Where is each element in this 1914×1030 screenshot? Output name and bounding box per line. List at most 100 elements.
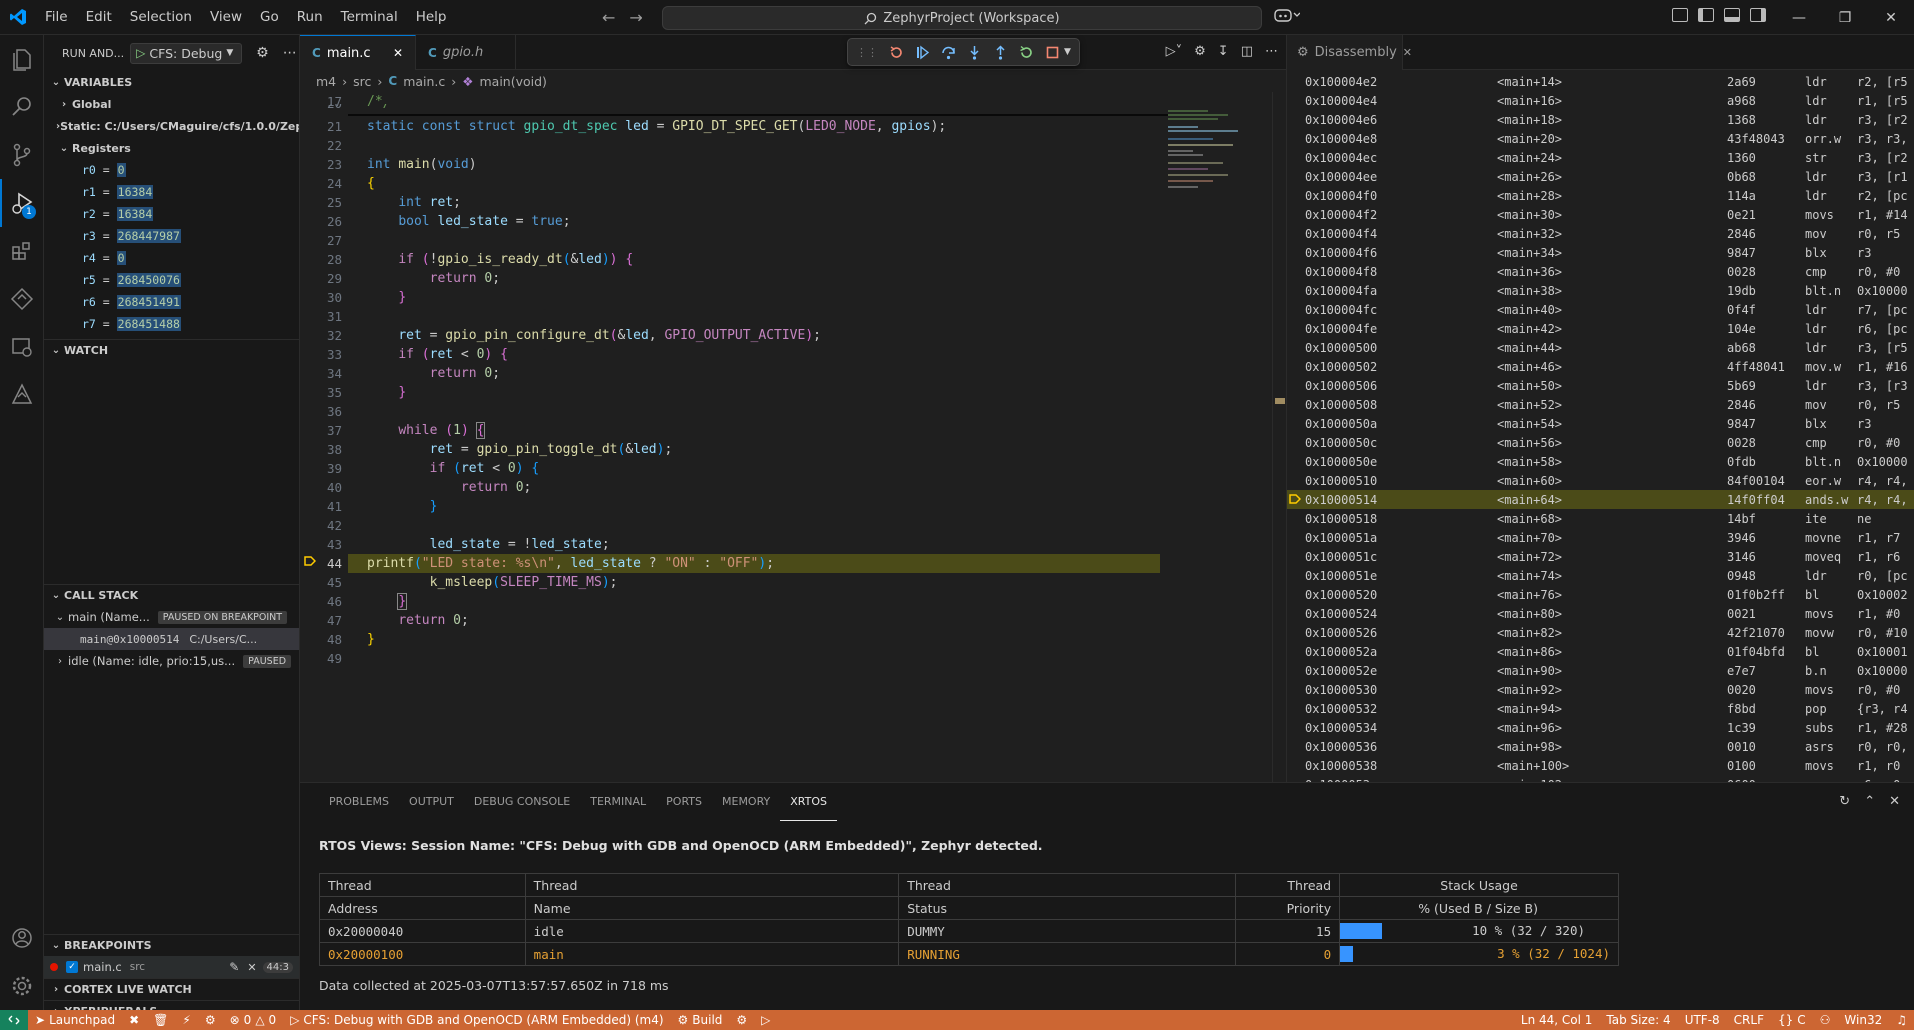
disassembly-row[interactable]: 0x10000532 <main+94> f8bd pop {r3, r4 bbox=[1287, 699, 1914, 718]
disassembly-row[interactable]: 0x100004fc <main+40> 0f4f ldr r7, [pc bbox=[1287, 300, 1914, 319]
menu-view[interactable]: View bbox=[201, 0, 251, 35]
breadcrumb-symbol[interactable]: main(void) bbox=[480, 74, 547, 89]
manage-gear-icon[interactable] bbox=[0, 962, 44, 1010]
more-actions-icon[interactable]: ⋯ bbox=[283, 45, 297, 61]
disassembly-row[interactable]: 0x100004f2 <main+30> 0e21 movs r1, #14 bbox=[1287, 205, 1914, 224]
disassembly-row[interactable]: 0x10000510 <main+60> 84f00104 eor.w r4, r4, bbox=[1287, 471, 1914, 490]
split-editor-icon[interactable]: ◫ bbox=[1241, 44, 1253, 59]
register-row[interactable]: r4 = 0 bbox=[44, 247, 299, 269]
disassembly-row[interactable]: 0x100004e2 <main+14> 2a69 ldr r2, [r5 bbox=[1287, 72, 1914, 91]
launchpad-item[interactable]: ➤ Launchpad bbox=[28, 1013, 122, 1027]
tab-size[interactable]: Tab Size: 4 bbox=[1599, 1013, 1677, 1027]
disassembly-row[interactable]: 0x10000536 <main+98> 0010 asrs r0, r0, bbox=[1287, 737, 1914, 756]
debug-session-item[interactable]: ▷ CFS: Debug with GDB and OpenOCD (ARM Em… bbox=[283, 1013, 670, 1027]
maximize-panel-icon[interactable]: ⌃ bbox=[1864, 794, 1875, 809]
disassembly-row[interactable]: 0x10000518 <main+68> 14bf ite ne bbox=[1287, 509, 1914, 528]
more-actions-icon[interactable]: ⋯ bbox=[1265, 44, 1278, 59]
disassembly-row[interactable]: 0x10000534 <main+96> 1c39 subs r1, #28 bbox=[1287, 718, 1914, 737]
breakpoint-item[interactable]: ✓ main.c src ✎ ✕ 44:3 bbox=[44, 956, 299, 978]
disassembly-row[interactable]: 0x100004e6 <main+18> 1368 ldr r3, [r2 bbox=[1287, 110, 1914, 129]
restart-icon[interactable] bbox=[1018, 44, 1034, 60]
menu-selection[interactable]: Selection bbox=[121, 0, 201, 35]
step-over-icon[interactable] bbox=[940, 44, 956, 60]
menu-go[interactable]: Go bbox=[251, 0, 288, 35]
restore-icon[interactable]: ❐ bbox=[1822, 0, 1868, 35]
close-tab-icon[interactable]: ✕ bbox=[1403, 46, 1412, 59]
disassembly-row[interactable]: 0x10000508 <main+52> 2846 mov r0, r5 bbox=[1287, 395, 1914, 414]
close-panel-icon[interactable]: ✕ bbox=[1889, 794, 1900, 809]
cortex-live-watch-header[interactable]: › CORTEX LIVE WATCH bbox=[44, 978, 299, 1000]
command-center[interactable]: ZephyrProject (Workspace) bbox=[662, 6, 1262, 30]
breadcrumb-folder-src[interactable]: src bbox=[353, 74, 371, 89]
menu-terminal[interactable]: Terminal bbox=[332, 0, 407, 35]
copilot-icon[interactable] bbox=[1274, 8, 1301, 26]
refresh-icon[interactable]: ↻ bbox=[1839, 794, 1850, 809]
step-out-icon[interactable] bbox=[992, 44, 1008, 60]
forward-arrow-icon[interactable]: → bbox=[629, 8, 642, 27]
disassembly-row[interactable]: 0x100004ee <main+26> 0b68 ldr r3, [r1 bbox=[1287, 167, 1914, 186]
register-row[interactable]: r0 = 0 bbox=[44, 159, 299, 181]
extensions-icon[interactable] bbox=[0, 227, 44, 275]
run-debug-dropdown-icon[interactable]: ▷˅ bbox=[1166, 44, 1183, 59]
testing-icon[interactable] bbox=[0, 371, 44, 419]
editor-scrollbar[interactable] bbox=[1272, 92, 1286, 782]
disassembly-row[interactable]: 0x10000530 <main+92> 0020 movs r0, #0 bbox=[1287, 680, 1914, 699]
register-row[interactable]: r3 = 268447987 bbox=[44, 225, 299, 247]
disassembly-list[interactable]: 0x100004e2 <main+14> 2a69 ldr r2, [r5 0x10000… bbox=[1287, 72, 1914, 782]
accounts-icon[interactable] bbox=[0, 914, 44, 962]
drag-handle-icon[interactable]: ⋮⋮ bbox=[856, 46, 878, 59]
variables-header[interactable]: ⌄ VARIABLES bbox=[44, 71, 299, 93]
continue-icon[interactable] bbox=[914, 44, 930, 60]
register-row[interactable]: r7 = 268451488 bbox=[44, 313, 299, 335]
disassembly-row[interactable]: 0x1000050e <main+58> 0fdb blt.n 0x10000 bbox=[1287, 452, 1914, 471]
tab-disassembly[interactable]: ⚙ Disassembly ✕ bbox=[1287, 35, 1412, 70]
disassembly-row[interactable]: 0x100004f4 <main+32> 2846 mov r0, r5 bbox=[1287, 224, 1914, 243]
run-and-debug-icon[interactable]: 1 bbox=[0, 179, 44, 227]
callstack-thread-main[interactable]: ⌄ main (Name... PAUSED ON BREAKPOINT bbox=[44, 606, 299, 628]
disassembly-row[interactable]: 0x1000052a <main+86> 01f04bfd bl 0x10001 bbox=[1287, 642, 1914, 661]
disassembly-row[interactable]: 0x10000514 <main+64> 14f0ff04 ands.w r4, r4, bbox=[1287, 490, 1914, 509]
customize-layout-icon[interactable] bbox=[1672, 8, 1688, 22]
tools-icon[interactable]: ✖ bbox=[122, 1013, 146, 1027]
variables-registers[interactable]: ⌄ Registers bbox=[44, 137, 299, 159]
breakpoints-header[interactable]: ⌄ BREAKPOINTS bbox=[44, 934, 299, 956]
flash-icon[interactable]: ⚡ bbox=[175, 1013, 197, 1027]
callstack-frame[interactable]: main@0x10000514 C:/Users/C... bbox=[44, 628, 299, 650]
disassembly-row[interactable]: 0x1000050c <main+56> 0028 cmp r0, #0 bbox=[1287, 433, 1914, 452]
callstack-thread-idle[interactable]: › idle (Name: idle, prio:15,us... PAUSED bbox=[44, 650, 299, 672]
tab-output[interactable]: OUTPUT bbox=[399, 783, 464, 821]
watch-header[interactable]: ⌄ WATCH bbox=[44, 339, 299, 361]
disassembly-row[interactable]: 0x10000502 <main+46> 4ff48041 mov.w r1, #16 bbox=[1287, 357, 1914, 376]
variables-global[interactable]: › Global bbox=[44, 93, 299, 115]
register-row[interactable]: r5 = 268450076 bbox=[44, 269, 299, 291]
copilot-status-icon[interactable]: ⚇ bbox=[1813, 1013, 1838, 1027]
problems-item[interactable]: ⊗ 0 △ 0 bbox=[223, 1013, 284, 1027]
table-row[interactable]: 0x20000040 idle DUMMY 15 10 % (32 / 320) bbox=[319, 919, 1619, 943]
menu-file[interactable]: File bbox=[36, 0, 77, 35]
disassembly-row[interactable]: 0x1000050a <main+54> 9847 blx r3 bbox=[1287, 414, 1914, 433]
settings-gear-icon[interactable]: ⚙ bbox=[256, 45, 269, 61]
language-mode[interactable]: {} C bbox=[1771, 1013, 1813, 1027]
remote-indicator-icon[interactable] bbox=[0, 1010, 28, 1030]
edit-pencil-icon[interactable]: ✎ bbox=[229, 960, 239, 974]
step-into-icon[interactable] bbox=[966, 44, 982, 60]
remote-explorer-icon[interactable] bbox=[0, 323, 44, 371]
tab-memory[interactable]: MEMORY bbox=[712, 783, 780, 821]
disassembly-row[interactable]: 0x10000526 <main+82> 42f21070 movw r0, #10 bbox=[1287, 623, 1914, 642]
menu-run[interactable]: Run bbox=[288, 0, 332, 35]
minimize-icon[interactable]: — bbox=[1776, 0, 1822, 35]
tab-main-c[interactable]: C main.c ✕ bbox=[300, 35, 416, 70]
tab-ports[interactable]: PORTS bbox=[656, 783, 712, 821]
tab-terminal[interactable]: TERMINAL bbox=[580, 783, 656, 821]
explorer-icon[interactable] bbox=[0, 35, 44, 83]
source-control-icon[interactable] bbox=[0, 131, 44, 179]
back-arrow-icon[interactable]: ← bbox=[602, 8, 615, 27]
run-config-dropdown[interactable]: ▷ CFS: Debug ▼ bbox=[130, 42, 243, 64]
debug-gear-icon[interactable]: ⚙ bbox=[729, 1013, 754, 1027]
disassembly-row[interactable]: 0x100004e4 <main+16> a968 ldr r1, [r5 bbox=[1287, 91, 1914, 110]
disassembly-row[interactable]: 0x10000538 <main+100> 0100 movs r1, r0 bbox=[1287, 756, 1914, 775]
disassembly-row[interactable]: 0x100004ec <main+24> 1360 str r3, [r2 bbox=[1287, 148, 1914, 167]
tab-debug-console[interactable]: DEBUG CONSOLE bbox=[464, 783, 580, 821]
notifications-bell-icon[interactable]: ♫ bbox=[1889, 1013, 1914, 1027]
disassembly-row[interactable]: 0x10000500 <main+44> ab68 ldr r3, [r5 bbox=[1287, 338, 1914, 357]
